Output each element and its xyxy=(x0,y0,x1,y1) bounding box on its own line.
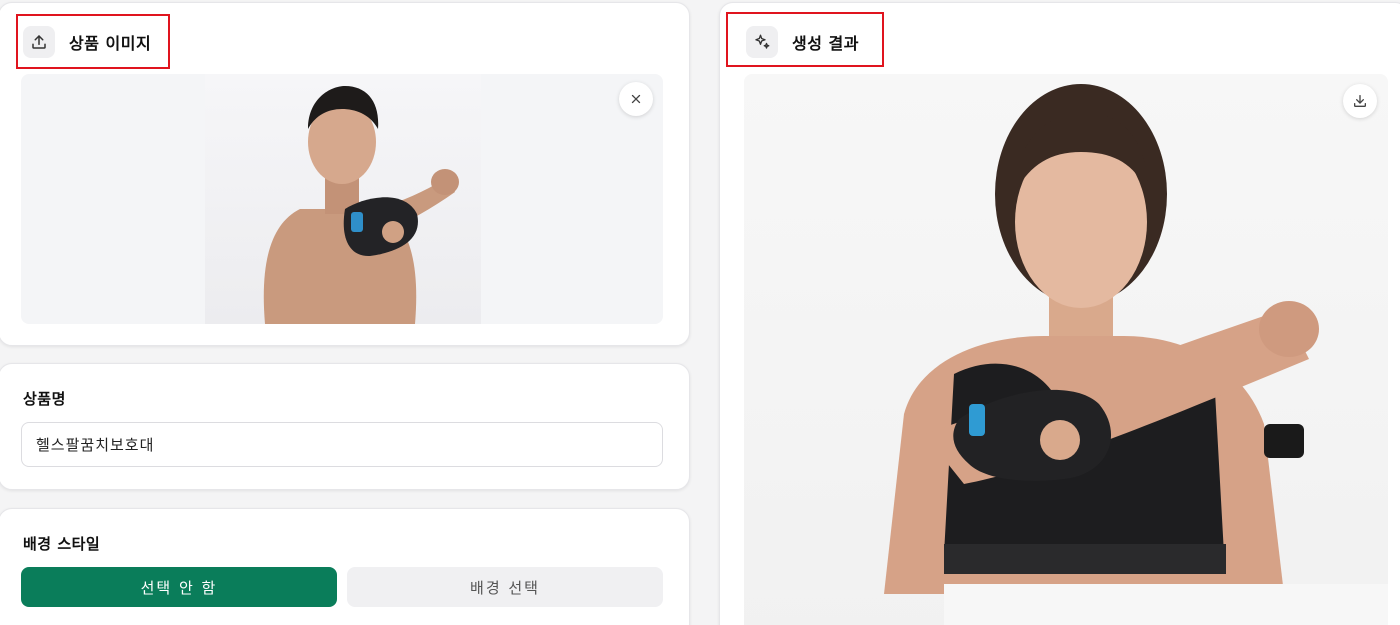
select-background-button[interactable]: 배경 선택 xyxy=(347,567,663,607)
remove-image-button[interactable] xyxy=(619,82,653,116)
background-style-card: 배경 스타일 선택 안 함 배경 선택 xyxy=(0,508,690,625)
product-name-label: 상품명 xyxy=(23,390,66,408)
download-icon xyxy=(1352,93,1368,109)
download-button[interactable] xyxy=(1343,84,1377,118)
close-icon xyxy=(629,92,643,106)
product-image-card: 상품 이미지 xyxy=(0,2,690,346)
product-name-card: 상품명 xyxy=(0,363,690,490)
generated-photo xyxy=(884,84,1388,625)
no-background-button[interactable]: 선택 안 함 xyxy=(21,567,337,607)
highlight-box xyxy=(726,12,884,67)
result-card: 생성 결과 xyxy=(719,2,1400,625)
highlight-box xyxy=(16,14,170,69)
background-style-label: 배경 스타일 xyxy=(23,535,101,553)
product-name-input[interactable] xyxy=(21,422,663,467)
uploaded-image-preview[interactable] xyxy=(21,74,663,324)
product-photo xyxy=(205,74,481,324)
generated-image[interactable] xyxy=(744,74,1388,625)
